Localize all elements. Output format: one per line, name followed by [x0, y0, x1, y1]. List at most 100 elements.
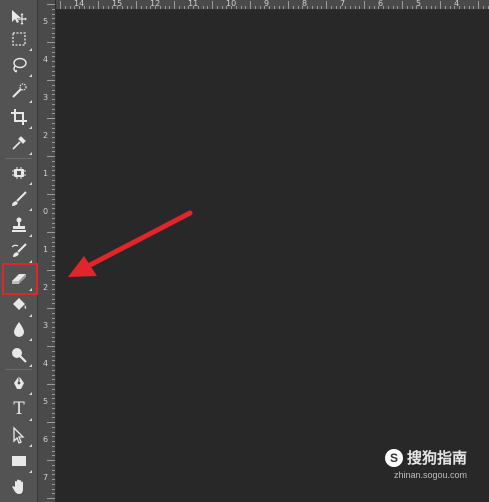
- watermark-logo: S 搜狗指南: [384, 447, 467, 468]
- eyedropper-tool[interactable]: [3, 128, 35, 158]
- ruler-tick: [52, 56, 55, 58]
- ruler-tick: [140, 6, 142, 9]
- ruler-tick: [183, 6, 185, 9]
- ruler-tick: [52, 27, 55, 29]
- ruler-tick: [178, 6, 180, 9]
- ruler-tick: [52, 265, 55, 267]
- ruler-tick: [52, 327, 55, 328]
- ruler-tick: [47, 4, 55, 5]
- direct-selection-icon: [13, 426, 25, 444]
- ruler-tick: [52, 369, 55, 371]
- ruler-tick: [311, 6, 313, 9]
- ruler-tick: [60, 1, 61, 9]
- ruler-tick: [47, 232, 55, 233]
- pen-icon: [14, 376, 24, 389]
- ruler-tick: [52, 151, 55, 153]
- ruler-tick: [117, 6, 118, 9]
- ruler-tick: [397, 6, 399, 9]
- ruler-tick: [52, 488, 55, 490]
- ruler-tick: [52, 217, 55, 219]
- tools-panel: T: [0, 0, 38, 502]
- ruler-tick: [292, 6, 294, 9]
- ruler-tick: [47, 498, 55, 499]
- ruler-tick: [368, 6, 370, 9]
- ruler-tick: [52, 122, 55, 124]
- ruler-label: 4: [43, 359, 49, 368]
- ruler-tick: [307, 6, 308, 9]
- ruler-tick: [52, 398, 55, 400]
- ruler-tick: [52, 94, 55, 96]
- ruler-label: 5: [43, 397, 49, 406]
- ruler-tick: [259, 6, 261, 9]
- ruler-tick: [52, 99, 55, 100]
- ruler-label: 5: [43, 17, 49, 26]
- ruler-tick: [235, 6, 237, 9]
- history-brush-tool[interactable]: [3, 236, 35, 266]
- ruler-tick: [52, 331, 55, 333]
- crop-icon: [11, 109, 27, 125]
- ruler-tick: [52, 213, 55, 214]
- ruler-tick: [288, 1, 289, 9]
- ruler-tick: [52, 403, 55, 404]
- ruler-tick: [52, 483, 55, 485]
- ruler-tick: [145, 6, 147, 9]
- ruler-tick: [52, 360, 55, 362]
- dodge-tool[interactable]: [3, 340, 35, 370]
- ruler-tick: [164, 6, 166, 9]
- ruler-tick: [121, 6, 123, 9]
- ruler-tick: [52, 227, 55, 229]
- document-canvas[interactable]: [56, 10, 489, 502]
- ruler-tick: [326, 1, 327, 9]
- ruler-tick: [207, 6, 209, 9]
- ruler-label: 2: [43, 283, 49, 292]
- ruler-tick: [112, 6, 114, 9]
- ruler-tick: [52, 65, 55, 67]
- ruler-tick: [131, 6, 133, 9]
- sogou-logo-icon: S: [384, 448, 403, 467]
- ruler-label: 1: [43, 245, 49, 254]
- ruler-tick: [202, 6, 204, 9]
- ruler-tick: [136, 1, 137, 9]
- ruler-tick: [212, 1, 213, 9]
- type-icon: T: [13, 399, 25, 419]
- hand-tool[interactable]: [3, 472, 35, 502]
- ruler-tick: [473, 6, 475, 9]
- ruler-tick: [283, 6, 285, 9]
- sogou-watermark: S 搜狗指南 zhinan.sogou.com: [384, 447, 467, 480]
- history-brush-icon: [11, 243, 27, 257]
- ruler-tick: [52, 70, 55, 72]
- ruler-tick: [52, 222, 55, 224]
- ruler-tick: [52, 289, 55, 290]
- ruler-tick: [250, 1, 251, 9]
- eyedropper-icon: [12, 136, 26, 150]
- ruler-tick: [93, 6, 95, 9]
- ruler-tick: [52, 61, 55, 62]
- ruler-tick: [169, 6, 171, 9]
- ruler-tick: [107, 6, 109, 9]
- vertical-ruler[interactable]: 5 4 3 2 1 0 1 2 3 4 5 6 7: [38, 0, 56, 502]
- ruler-tick: [52, 251, 55, 252]
- ruler-tick: [193, 6, 194, 9]
- ruler-tick: [52, 51, 55, 53]
- horizontal-ruler[interactable]: 14 15 12 11 10 9 8 7 6 5 4 3 2 1: [56, 0, 489, 10]
- ruler-tick: [47, 308, 55, 309]
- ruler-tick: [188, 6, 190, 9]
- ruler-tick: [273, 6, 275, 9]
- ruler-tick: [52, 179, 55, 181]
- ruler-tick: [52, 260, 55, 262]
- ruler-tick: [52, 436, 55, 438]
- ruler-label: 3: [43, 93, 49, 102]
- ruler-tick: [88, 6, 90, 9]
- ruler-tick: [349, 6, 351, 9]
- ruler-tick: [392, 6, 394, 9]
- ruler-tick: [482, 6, 484, 9]
- bandage-icon: [12, 167, 26, 179]
- ruler-tick: [150, 6, 152, 9]
- ruler-tick: [468, 6, 470, 9]
- ruler-tick: [406, 6, 408, 9]
- ruler-tick: [155, 6, 156, 9]
- ruler-tick: [174, 1, 175, 9]
- ruler-tick: [321, 6, 323, 9]
- ruler-tick: [440, 1, 441, 9]
- ruler-tick: [269, 6, 270, 9]
